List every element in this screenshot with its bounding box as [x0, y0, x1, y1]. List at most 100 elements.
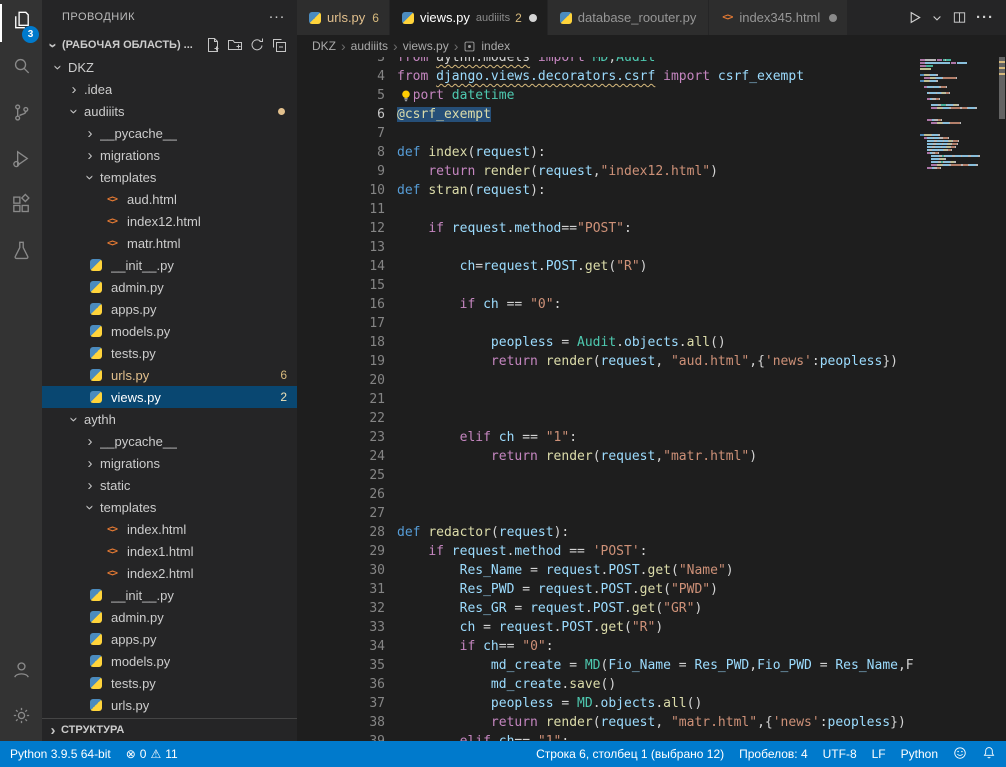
tree-item-models.py[interactable]: models.py [42, 320, 297, 342]
tree-item-aud.html[interactable]: <>aud.html [42, 188, 297, 210]
tree-item-views.py[interactable]: views.py2 [42, 386, 297, 408]
tree-item-index12.html[interactable]: <>index12.html [42, 210, 297, 232]
code-text: return render(request, "matr.html",{'new… [397, 713, 906, 732]
tree-item-index.html[interactable]: <>index.html [42, 518, 297, 540]
more-actions-icon[interactable]: ··· [976, 9, 994, 26]
split-editor-icon[interactable] [952, 10, 967, 25]
tree-item-matr.html[interactable]: <>matr.html [42, 232, 297, 254]
tree-item-label: migrations [100, 148, 160, 163]
breadcrumb-item[interactable]: DKZ [312, 39, 336, 53]
tree-item-aythh[interactable]: ›aythh [42, 408, 297, 430]
tree-item-apps.py[interactable]: apps.py [42, 628, 297, 650]
activity-search[interactable] [0, 46, 42, 92]
extensions-icon [10, 193, 33, 221]
activity-settings[interactable] [0, 695, 42, 741]
workspace-section-header[interactable]: › (РАБОЧАЯ ОБЛАСТЬ) ... [42, 34, 297, 56]
minimap-line [920, 86, 998, 88]
new-folder-icon[interactable] [227, 37, 243, 53]
sidebar-title: ПРОВОДНИК [62, 11, 135, 23]
tree-item-.idea[interactable]: ›.idea [42, 78, 297, 100]
tree-item-migrations[interactable]: ›migrations [42, 144, 297, 166]
code-line: 13 [297, 238, 920, 257]
tree-item-__init__.py[interactable]: __init__.py [42, 584, 297, 606]
breadcrumb-item[interactable]: index [481, 39, 510, 53]
chevron-down-icon[interactable] [931, 12, 943, 24]
minimap-line [920, 77, 998, 79]
tab-views.py[interactable]: views.pyaudiiits2 [390, 0, 548, 35]
chevron-down-icon: › [66, 103, 83, 119]
new-file-icon[interactable] [205, 37, 221, 53]
more-actions-icon[interactable]: ··· [269, 12, 286, 22]
status-indentation[interactable]: Пробелов: 4 [739, 747, 808, 761]
activity-run-debug[interactable] [0, 138, 42, 184]
tree-item-__init__.py[interactable]: __init__.py [42, 254, 297, 276]
status-problems[interactable]: ⊗0⚠11 [126, 747, 178, 761]
tree-item-templates[interactable]: ›templates [42, 496, 297, 518]
tree-item-tests.py[interactable]: tests.py [42, 672, 297, 694]
minimap-line [920, 59, 998, 61]
bell-icon [982, 746, 996, 763]
code-editor[interactable]: 3from aythh.models import MD,Audit4from … [297, 57, 920, 741]
status-eol[interactable]: LF [872, 747, 886, 761]
tree-item-label: models.py [111, 324, 170, 339]
status-language-mode[interactable]: Python [901, 747, 938, 761]
tree-item-__pycache__[interactable]: ›__pycache__ [42, 122, 297, 144]
tree-item-label: __pycache__ [100, 434, 177, 449]
status-feedback[interactable] [953, 746, 967, 763]
status-notifications[interactable] [982, 746, 996, 763]
refresh-icon[interactable] [249, 37, 265, 53]
breadcrumb-item[interactable]: views.py [403, 39, 449, 53]
lightbulb-icon[interactable] [397, 87, 414, 104]
tree-item-index2.html[interactable]: <>index2.html [42, 562, 297, 584]
code-line: 25 [297, 466, 920, 485]
line-number: 19 [297, 352, 385, 371]
status-python-version[interactable]: Python 3.9.5 64-bit [10, 747, 111, 761]
run-icon[interactable] [907, 10, 922, 25]
tree-item-index1.html[interactable]: <>index1.html [42, 540, 297, 562]
outline-section-header[interactable]: › СТРУКТУРА [42, 718, 297, 741]
tree-item-urls.py[interactable]: urls.py [42, 694, 297, 716]
tree-item-urls.py[interactable]: urls.py6 [42, 364, 297, 386]
activity-account[interactable] [0, 649, 42, 695]
tree-item-admin.py[interactable]: admin.py [42, 606, 297, 628]
minimap[interactable] [920, 59, 998, 170]
tree-item-apps.py[interactable]: apps.py [42, 298, 297, 320]
tree-item-DKZ[interactable]: ›DKZ [42, 56, 297, 78]
chevron-right-icon: › [82, 125, 98, 142]
line-number: 31 [297, 580, 385, 599]
code-line: 6@csrf_exempt [297, 105, 920, 124]
status-encoding[interactable]: UTF-8 [823, 747, 857, 761]
code-text: def index(request): [397, 143, 546, 162]
tree-item-admin.py[interactable]: admin.py [42, 276, 297, 298]
explorer-actions [205, 37, 297, 53]
html-file-icon: <> [104, 191, 120, 207]
collapse-all-icon[interactable] [271, 37, 287, 53]
code-line: 27 [297, 504, 920, 523]
line-number: 29 [297, 542, 385, 561]
tree-item-templates[interactable]: ›templates [42, 166, 297, 188]
tree-item-static[interactable]: ›static [42, 474, 297, 496]
tree-item-migrations[interactable]: ›migrations [42, 452, 297, 474]
chevron-right-icon: › [341, 41, 346, 51]
activity-extensions[interactable] [0, 184, 42, 230]
tree-item-models.py[interactable]: models.py [42, 650, 297, 672]
activity-source-control[interactable] [0, 92, 42, 138]
breadcrumb-item[interactable]: audiiits [351, 39, 388, 53]
tab-urls.py[interactable]: urls.py6 [297, 0, 390, 35]
tab-database_roouter.py[interactable]: database_roouter.py [548, 0, 710, 35]
editor-scrollbar[interactable] [998, 57, 1006, 741]
activity-explorer[interactable]: 3 [0, 0, 42, 46]
activity-testing[interactable] [0, 230, 42, 276]
html-file-icon: <> [719, 10, 735, 26]
tab-index345.html[interactable]: <>index345.html [709, 0, 848, 35]
py-file-icon [558, 10, 574, 26]
line-number: 37 [297, 694, 385, 713]
code-line: 34 if ch== "0": [297, 637, 920, 656]
status-cursor-position[interactable]: Строка 6, столбец 1 (выбрано 12) [536, 747, 724, 761]
tree-item-tests.py[interactable]: tests.py [42, 342, 297, 364]
tree-item-__pycache__[interactable]: ›__pycache__ [42, 430, 297, 452]
tree-item-audiiits[interactable]: ›audiiits [42, 100, 297, 122]
outline-section-label: СТРУКТУРА [61, 724, 124, 736]
chevron-right-icon: › [454, 41, 459, 51]
line-number: 10 [297, 181, 385, 200]
